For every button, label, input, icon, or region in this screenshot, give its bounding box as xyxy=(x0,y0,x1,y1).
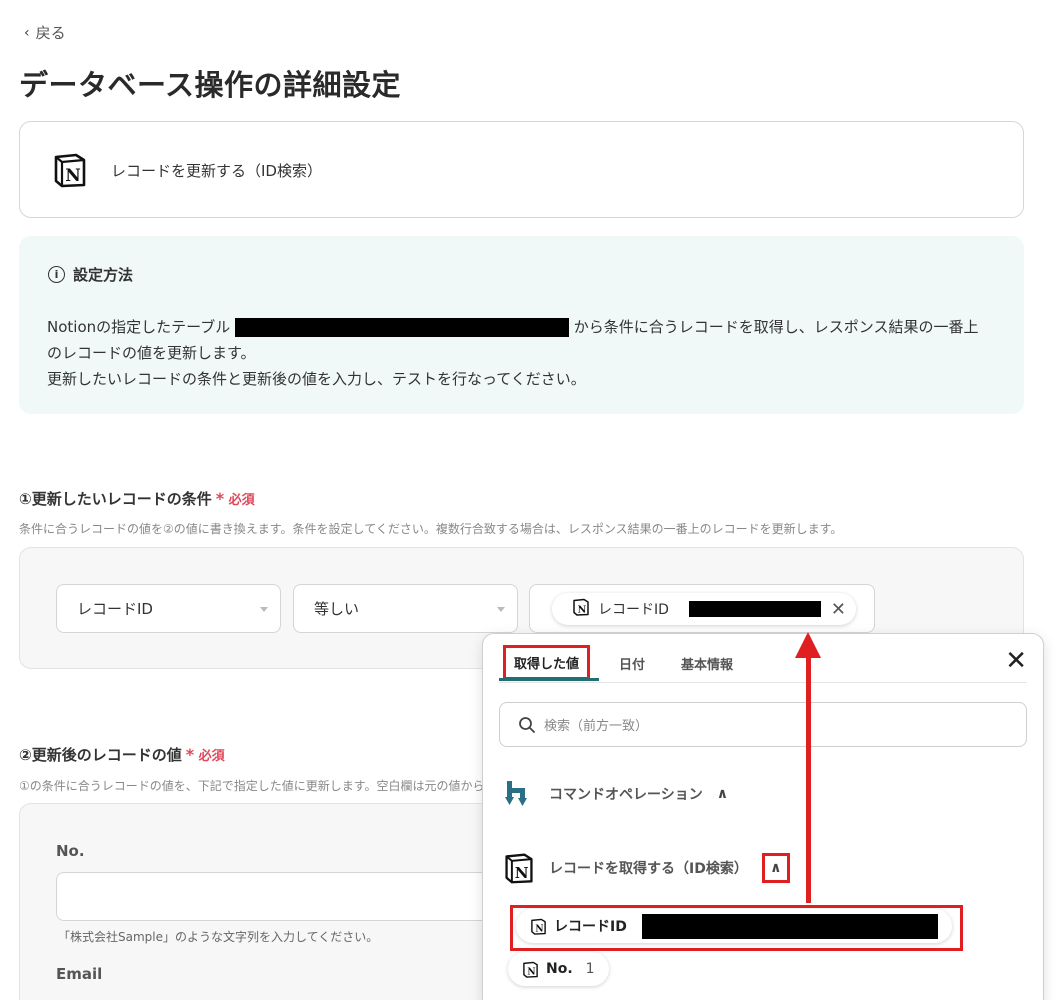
value-field[interactable]: N レコードID ✕ xyxy=(529,584,875,633)
annotation-arrowhead xyxy=(795,632,821,658)
page-title: データベース操作の詳細設定 xyxy=(19,68,402,102)
info-line2: のレコードの値を更新します。 xyxy=(47,344,256,362)
field-select[interactable]: レコードID xyxy=(56,584,281,633)
required-badge: * 必須 xyxy=(215,489,255,508)
notion-icon: N xyxy=(572,598,590,620)
redacted-record-id xyxy=(688,601,821,617)
group-label: コマンドオペレーション xyxy=(549,787,703,803)
info-line1-pre: Notionの指定したテーブル xyxy=(47,318,231,336)
section1-description: 条件に合うレコードの値を②の値に書き換えます。条件を設定してください。複数行合致… xyxy=(19,522,843,536)
notion-icon: N xyxy=(505,853,533,884)
notion-icon: N xyxy=(523,961,538,978)
no-hint: 「株式会社Sample」のような文字列を入力してください。 xyxy=(58,930,379,944)
field-label-email: Email xyxy=(56,965,103,983)
info-heading: 設定方法 xyxy=(73,266,134,284)
chevron-up-icon[interactable]: ∧ xyxy=(761,853,790,883)
svg-text:N: N xyxy=(515,864,529,882)
search-input[interactable]: 検索（前方一致） xyxy=(499,702,1027,747)
annotation-arrow xyxy=(806,652,811,903)
dropdown-caret-icon xyxy=(260,607,268,612)
back-link[interactable]: ‹ 戻る xyxy=(24,22,66,43)
value-item-no[interactable]: N No. 1 xyxy=(508,952,609,986)
section2-description: ①の条件に合うレコードの値を、下記で指定した値に更新します。空白欄は元の値から xyxy=(19,779,485,793)
action-label: レコードを更新する（ID検索） xyxy=(111,162,322,180)
info-box: i 設定方法 Notionの指定したテーブル から条件に合うレコードを取得し、レ… xyxy=(19,236,1024,414)
search-placeholder: 検索（前方一致） xyxy=(544,719,649,734)
group-label: レコードを取得する（ID検索） xyxy=(549,861,748,877)
notion-icon: N xyxy=(52,152,88,192)
yoom-command-icon xyxy=(505,781,527,806)
svg-text:N: N xyxy=(65,166,81,186)
operator-select[interactable]: 等しい xyxy=(293,584,518,633)
item-label: レコードID xyxy=(554,919,627,935)
redacted-table-name xyxy=(235,318,570,337)
svg-text:N: N xyxy=(578,605,587,616)
tab-acquired-values[interactable]: 取得した値 xyxy=(503,645,591,680)
field-label-no: No. xyxy=(56,842,85,860)
value-picker-popup: 取得した値 日付 基本情報 ✕ 検索（前方一致） コマンドオペレーション ∧ N… xyxy=(482,633,1044,1000)
tab-basic-info[interactable]: 基本情報 xyxy=(681,654,733,673)
tab-date[interactable]: 日付 xyxy=(619,654,645,673)
value-chip-label: レコードID xyxy=(598,602,669,618)
item-label: No. xyxy=(546,961,573,977)
chevron-up-icon[interactable]: ∧ xyxy=(717,786,728,802)
info-line3: 更新したいレコードの条件と更新後の値を入力し、テストを行なってください。 xyxy=(47,370,586,388)
chevron-left-icon: ‹ xyxy=(24,24,30,41)
section2-title: ②更新後のレコードの値 * 必須 xyxy=(19,745,225,764)
group-command-operation[interactable]: コマンドオペレーション ∧ xyxy=(503,779,728,809)
value-item-record-id[interactable]: N レコードID xyxy=(516,909,952,943)
close-icon[interactable]: ✕ xyxy=(1005,646,1027,676)
action-card: N レコードを更新する（ID検索） xyxy=(19,121,1024,218)
active-tab-indicator xyxy=(499,678,599,681)
required-badge: * 必須 xyxy=(185,745,225,764)
value-chip[interactable]: N レコードID ✕ xyxy=(552,593,856,625)
svg-text:N: N xyxy=(527,967,535,977)
section1-title: ①更新したいレコードの条件 * 必須 xyxy=(19,489,255,508)
group-divider xyxy=(499,812,999,822)
search-icon xyxy=(519,716,535,733)
notion-icon: N xyxy=(531,918,546,935)
redacted-record-id xyxy=(641,913,938,939)
info-icon: i xyxy=(48,266,65,283)
tabs-divider xyxy=(499,682,1027,683)
info-line1-post: から条件に合うレコードを取得し、レスポンス結果の一番上 xyxy=(573,318,979,336)
item-value: 1 xyxy=(585,961,595,977)
svg-text:N: N xyxy=(535,924,543,934)
group-get-record[interactable]: N レコードを取得する（ID検索） ∧ xyxy=(503,852,790,884)
dropdown-caret-icon xyxy=(497,607,505,612)
close-icon[interactable]: ✕ xyxy=(831,599,846,620)
back-label: 戻る xyxy=(35,24,66,42)
